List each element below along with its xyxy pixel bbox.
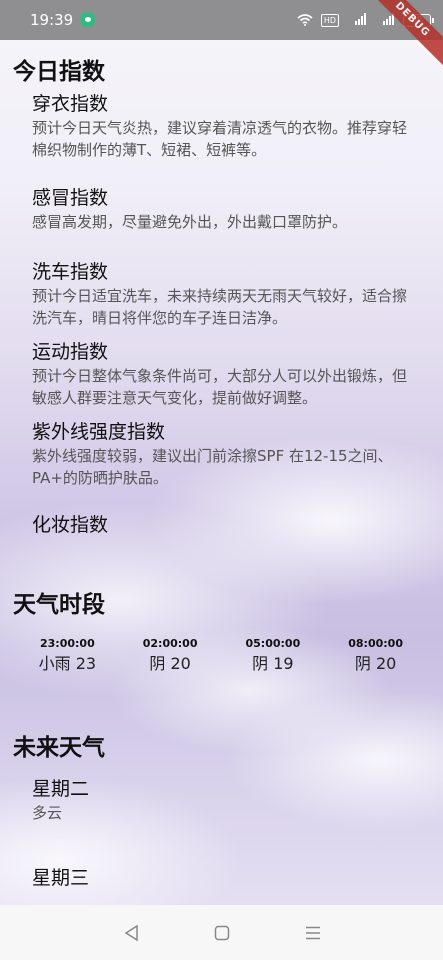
hour-item: 23:00:00 小雨 23 [27,636,107,676]
menu-icon[interactable] [303,923,323,943]
hour-item: 05:00:00 阴 19 [233,636,313,676]
hourly-forecast: 23:00:00 小雨 23 02:00:00 阴 20 05:00:00 阴 … [0,636,443,676]
index-desc: 紫外线强度较弱，建议出门前涂擦SPF 在12-15之间、PA+的防晒护肤品。 [32,447,393,487]
wifi-icon [297,14,313,26]
section-title-today-index: 今日指数 [13,59,105,85]
index-desc: 感冒高发期，尽量避免外出，外出戴口罩防护。 [32,213,348,231]
future-day-item: 星期三 [32,865,89,891]
wechat-notification-icon [81,13,96,27]
index-desc: 预计今日天气炎热，建议穿着清凉透气的衣物。推荐穿轻棉织物制作的薄T、短裙、短裤等… [32,119,408,159]
day-weather: 多云 [32,804,63,822]
hour-time: 08:00:00 [348,637,403,650]
section-title-future: 未来天气 [13,735,105,761]
index-name: 紫外线强度指数 [32,421,166,443]
hour-weather: 小雨 23 [38,654,97,673]
home-icon[interactable] [212,923,232,943]
index-desc: 预计今日适宜洗车，未来持续两天无雨天气较好，适合擦洗汽车，晴日将伴您的车子连日洁… [32,287,408,327]
back-icon[interactable] [121,923,141,943]
system-nav-bar [0,905,443,960]
hour-time: 23:00:00 [40,637,95,650]
signal-icon [347,12,367,28]
hour-weather: 阴 19 [252,654,294,673]
hour-item: 08:00:00 阴 20 [336,636,416,676]
index-item-cold: 感冒指数 感冒高发期，尽量避免外出，外出戴口罩防护。 [32,185,417,233]
hour-weather: 阴 20 [149,654,191,673]
index-item-carwash: 洗车指数 预计今日适宜洗车，未来持续两天无雨天气较好，适合擦洗汽车，晴日将伴您的… [32,259,417,329]
index-name: 运动指数 [32,341,109,363]
index-item-uv: 紫外线强度指数 紫外线强度较弱，建议出门前涂擦SPF 在12-15之间、PA+的… [32,419,417,489]
status-time: 19:39 [30,11,74,29]
day-name: 星期二 [32,778,90,800]
index-name: 洗车指数 [32,261,109,283]
day-name: 星期三 [32,867,90,889]
future-day-item: 星期二 多云 [32,776,89,824]
hour-weather: 阴 20 [354,654,397,673]
index-name: 化妆指数 [32,514,109,536]
hour-time: 05:00:00 [245,637,301,650]
index-item-sport: 运动指数 预计今日整体气象条件尚可，大部分人可以外出锻炼，但敏感人群要注意天气变… [32,339,417,409]
hour-item: 02:00:00 阴 20 [130,636,210,676]
index-item-makeup: 化妆指数 [32,512,417,538]
section-title-hourly: 天气时段 [13,592,105,618]
hd-icon: HD [320,13,339,27]
index-item-clothing: 穿衣指数 预计今日天气炎热，建议穿着清凉透气的衣物。推荐穿轻棉织物制作的薄T、短… [32,91,417,161]
status-bar: 19:39 HD 50 DEBUG [0,0,443,74]
index-name: 穿衣指数 [32,93,109,115]
index-desc: 预计今日整体气象条件尚可，大部分人可以外出锻炼，但敏感人群要注意天气变化，提前做… [32,367,408,407]
index-name: 感冒指数 [32,187,109,209]
hour-time: 02:00:00 [142,637,198,650]
